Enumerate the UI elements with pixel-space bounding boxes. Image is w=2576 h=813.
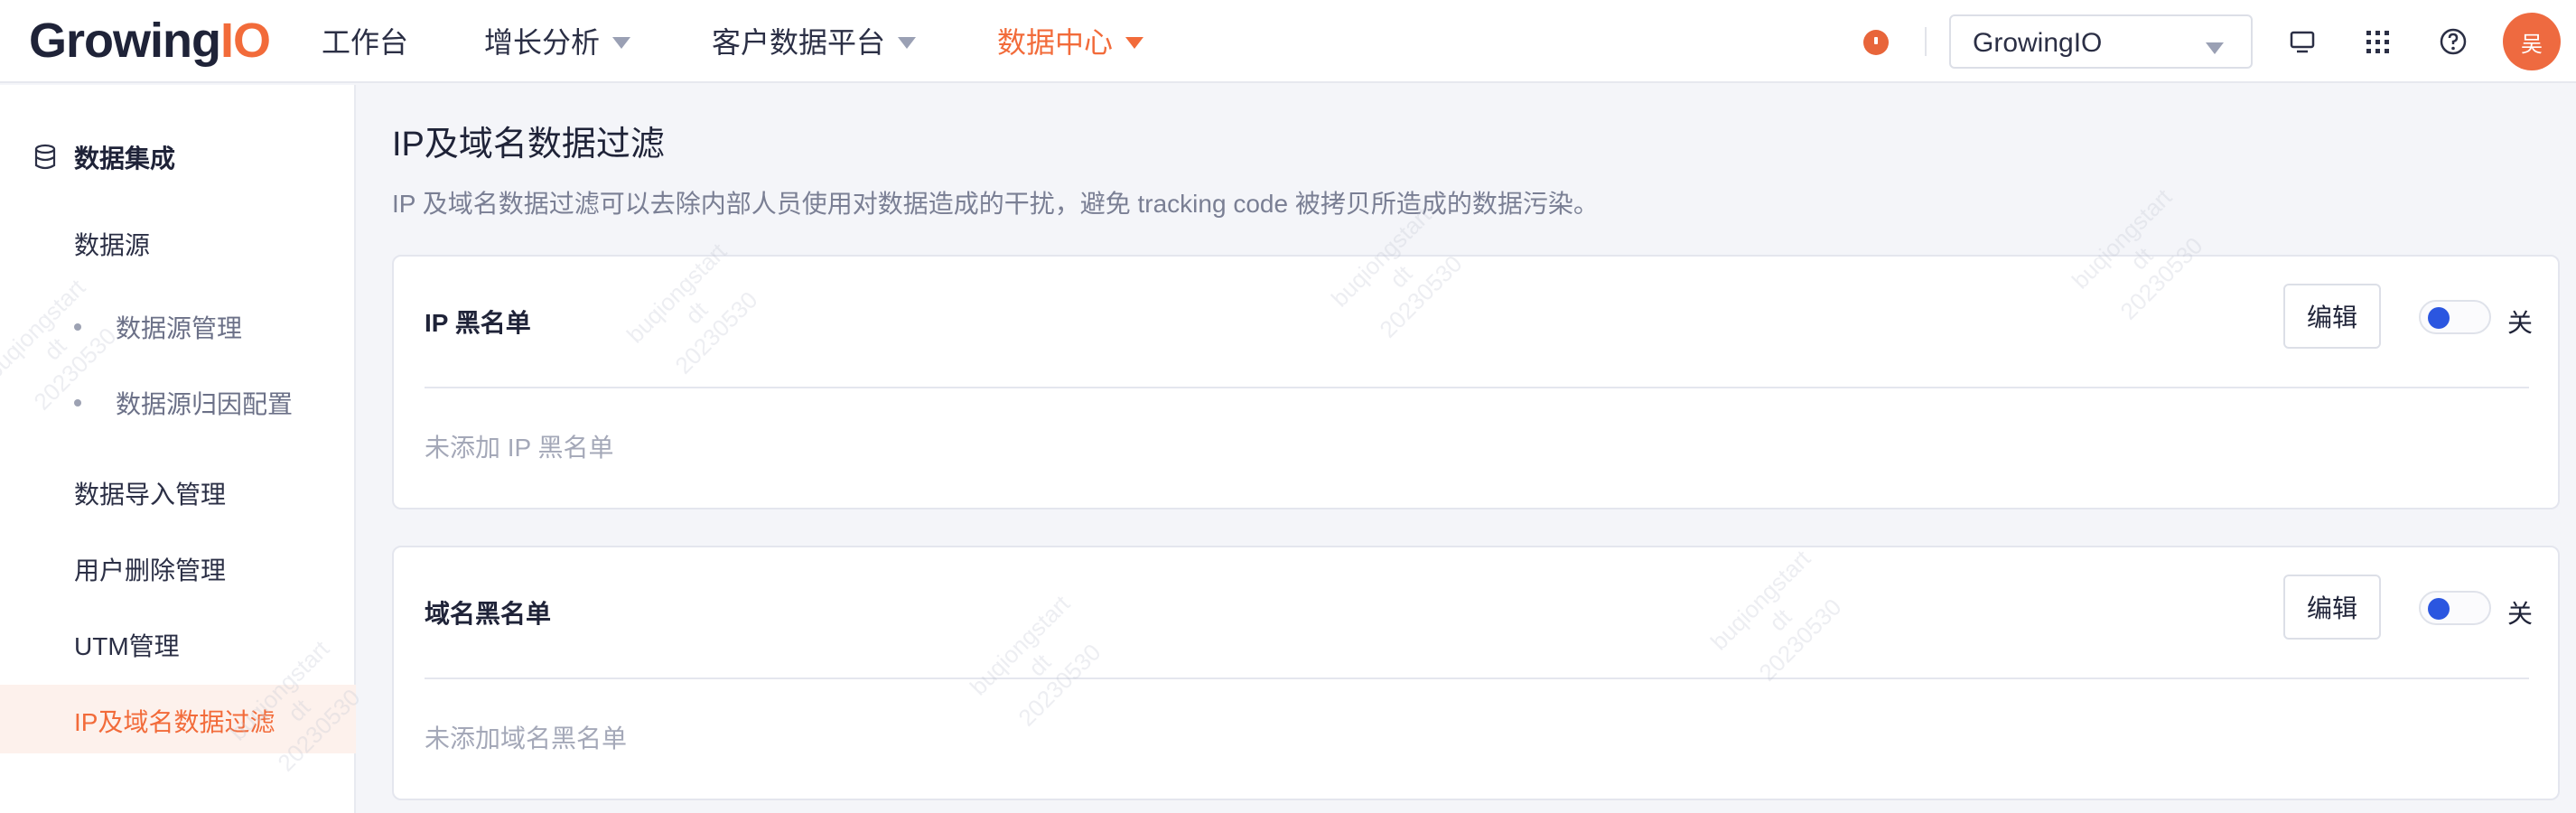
card-divider: [425, 387, 2529, 388]
sidebar-item-data-source-management[interactable]: 数据源管理: [74, 309, 242, 345]
sidebar: 数据集成 数据源 数据源管理 数据源归因配置 数据导入管理 用户删除管理 UTM…: [0, 85, 356, 813]
bullet-icon: [74, 323, 81, 331]
sidebar-item-label: 数据源: [74, 231, 151, 259]
nav-growth-analysis-label: 增长分析: [484, 26, 601, 59]
bullet-icon: [74, 399, 81, 406]
apps-grid-icon[interactable]: [2359, 23, 2395, 60]
toggle-knob: [2428, 598, 2450, 620]
chevron-down-icon: [898, 36, 917, 49]
sidebar-item-label: 数据导入管理: [74, 481, 227, 509]
domain-blacklist-card: 域名黑名单 编辑 关 未添加域名黑名单: [392, 546, 2560, 800]
card-divider: [425, 678, 2529, 679]
sidebar-item-user-deletion[interactable]: 用户删除管理: [74, 551, 226, 587]
empty-state-text: 未添加 IP 黑名单: [425, 434, 614, 462]
project-select-value: GrowingIO: [1973, 28, 2103, 58]
sidebar-item-ip-domain-filter[interactable]: IP及域名数据过滤: [74, 703, 275, 739]
sidebar-item-data-import[interactable]: 数据导入管理: [74, 475, 226, 511]
nav-workbench-label: 工作台: [322, 26, 409, 59]
nav-cdp[interactable]: 客户数据平台: [712, 20, 917, 61]
sidebar-section-label: 数据集成: [74, 145, 176, 173]
logo-text: Growing: [29, 14, 221, 68]
monitor-icon[interactable]: [2284, 23, 2320, 60]
nav-data-center-label: 数据中心: [997, 26, 1114, 59]
ip-blacklist-card: IP 黑名单 编辑 关 未添加 IP 黑名单: [392, 255, 2560, 509]
sidebar-item-label: 用户删除管理: [74, 556, 227, 584]
toggle-label: 关: [2507, 309, 2534, 337]
edit-button[interactable]: 编辑: [2283, 575, 2381, 640]
project-select[interactable]: GrowingIO: [1949, 14, 2253, 69]
help-icon[interactable]: [2435, 23, 2471, 60]
sidebar-item-data-source-attribution[interactable]: 数据源归因配置: [74, 385, 293, 421]
nav-data-center[interactable]: 数据中心: [997, 20, 1144, 61]
page-title: IP及域名数据过滤: [392, 126, 665, 164]
nav-growth-analysis[interactable]: 增长分析: [484, 20, 631, 61]
nav-cdp-label: 客户数据平台: [712, 26, 886, 59]
database-icon: [34, 144, 56, 170]
edit-button[interactable]: 编辑: [2283, 284, 2381, 349]
sidebar-item-label: 数据源归因配置: [116, 390, 294, 418]
card-title: 域名黑名单: [425, 600, 552, 628]
card-title: IP 黑名单: [425, 309, 531, 337]
chevron-down-icon: [2206, 42, 2224, 54]
nav-workbench[interactable]: 工作台: [322, 20, 408, 61]
header-divider: [1925, 27, 1927, 56]
avatar-text: 吴: [2521, 32, 2543, 57]
logo-accent-text: IO: [219, 14, 271, 68]
notification-icon[interactable]: [1863, 30, 1889, 55]
avatar[interactable]: 吴: [2503, 13, 2561, 70]
sidebar-item-utm[interactable]: UTM管理: [74, 627, 180, 663]
toggle-label: 关: [2507, 600, 2534, 628]
toggle-knob: [2428, 307, 2450, 329]
domain-blacklist-toggle[interactable]: [2419, 591, 2491, 625]
chevron-down-icon: [612, 36, 631, 49]
sidebar-item-label: UTM管理: [74, 632, 180, 660]
sidebar-item-label: IP及域名数据过滤: [74, 708, 275, 736]
empty-state-text: 未添加域名黑名单: [425, 724, 628, 752]
top-header: GrowingIO 工作台 增长分析 客户数据平台 数据中心 GrowingIO…: [0, 0, 2576, 83]
sidebar-item-label: 数据源管理: [116, 314, 243, 342]
chevron-down-icon: [1125, 36, 1144, 49]
sidebar-section-data-integration[interactable]: 数据集成: [33, 139, 175, 175]
growingio-logo[interactable]: GrowingIO: [29, 13, 271, 69]
page-description: IP 及域名数据过滤可以去除内部人员使用对数据造成的干扰，避免 tracking…: [392, 190, 1599, 218]
ip-blacklist-toggle[interactable]: [2419, 300, 2491, 334]
sidebar-item-data-source[interactable]: 数据源: [74, 226, 150, 262]
